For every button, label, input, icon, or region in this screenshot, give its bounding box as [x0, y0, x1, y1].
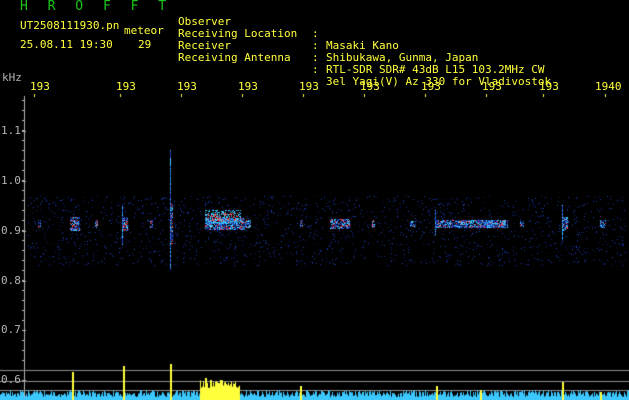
y-tick-label: 1.1: [1, 124, 21, 137]
observation-datetime: 25.08.11 19:30: [20, 38, 113, 51]
detection-tag: meteor: [124, 24, 164, 37]
x-tick-label: 193: [238, 80, 258, 93]
x-tick-label: 1940: [595, 80, 622, 93]
app-brand: H R O F F T: [20, 0, 173, 14]
antenna-label: Receiving Antenna: [178, 51, 291, 64]
antenna-colon: :: [312, 63, 319, 76]
y-axis-unit: kHz: [2, 71, 22, 84]
x-tick-label: 193: [482, 80, 502, 93]
y-tick-label: 0.7: [1, 323, 21, 336]
y-tick-label: 1.0: [1, 174, 21, 187]
x-tick-label: 193: [360, 80, 380, 93]
y-tick-label: 0.8: [1, 274, 21, 287]
x-tick-label: 193: [539, 80, 559, 93]
x-tick-label: 193: [30, 80, 50, 93]
x-tick-label: 193: [116, 80, 136, 93]
y-tick-label: 0.6: [1, 373, 21, 386]
hrofft-spectrogram-screen: H R O F F T UT2508111930.pn meteor 25.08…: [0, 0, 629, 400]
file-name: UT2508111930.pn: [20, 19, 120, 32]
meteor-count: 29: [138, 38, 152, 51]
y-tick-label: 0.9: [1, 224, 21, 237]
x-tick-label: 193: [299, 80, 319, 93]
x-tick-label: 193: [421, 80, 441, 93]
x-tick-label: 193: [177, 80, 197, 93]
